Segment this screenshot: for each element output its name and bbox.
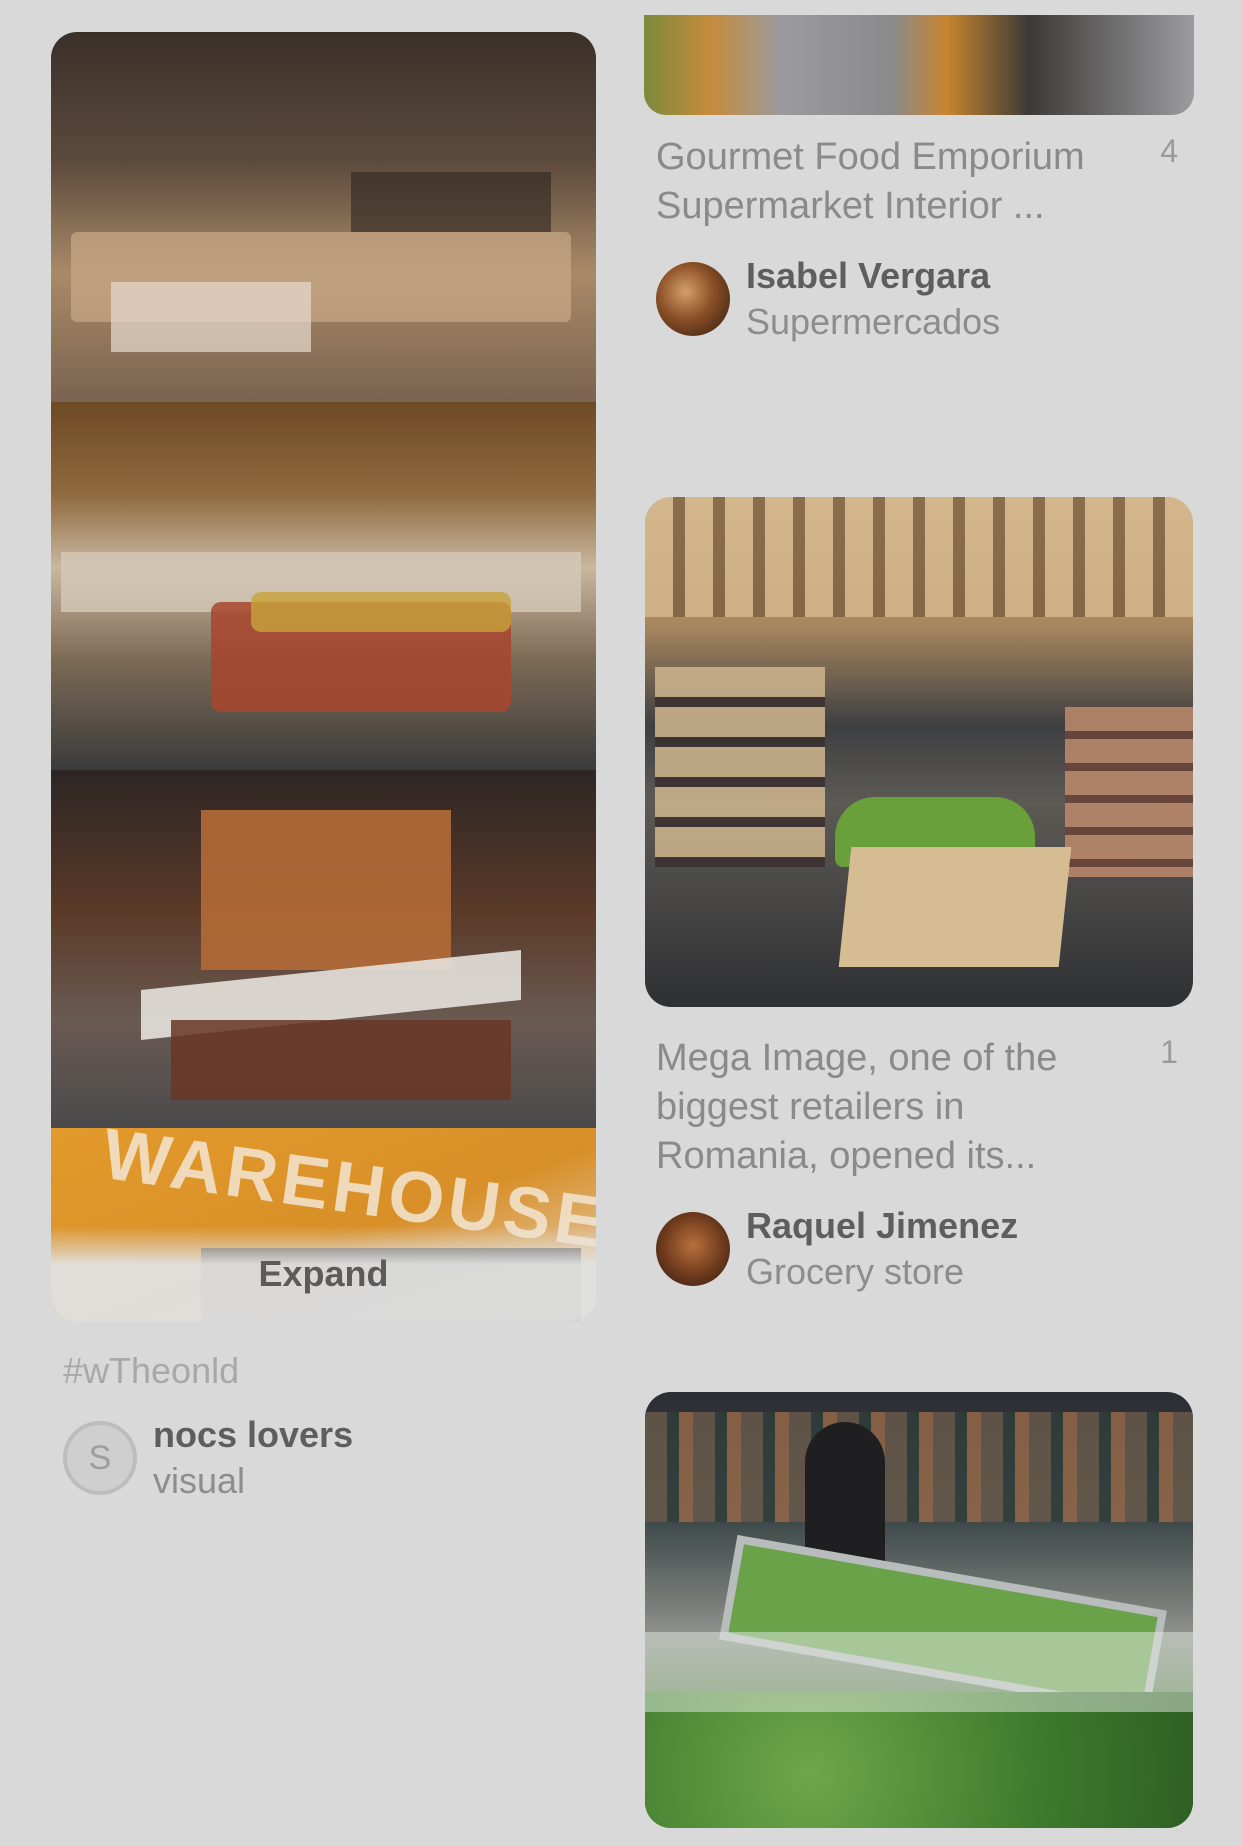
pin-title[interactable]: Mega Image, one of the biggest retailers…	[656, 1034, 1086, 1181]
expand-button[interactable]: Expand	[51, 1226, 596, 1322]
board-name: Grocery store	[746, 1251, 965, 1292]
left-column: WAREHOUSE Expand #wTheonld S nocs lovers…	[51, 32, 596, 1504]
author-name: Raquel Jimenez	[746, 1205, 1019, 1246]
pin-image-1[interactable]	[644, 15, 1194, 115]
pin-hashtag[interactable]: #wTheonld	[63, 1350, 596, 1392]
pin-info-1: Gourmet Food Emporium Supermarket Interi…	[644, 115, 1194, 345]
author-name: Isabel Vergara	[746, 255, 991, 296]
avatar	[656, 1212, 730, 1286]
pin-title[interactable]: Gourmet Food Emporium Supermarket Interi…	[656, 133, 1086, 231]
pin-count: 1	[1160, 1034, 1178, 1070]
pin-image-2[interactable]	[645, 497, 1193, 1007]
collage-pin-image[interactable]: WAREHOUSE Expand	[51, 32, 596, 1322]
avatar	[656, 262, 730, 336]
expand-label: Expand	[258, 1253, 389, 1294]
collage-photo-2	[51, 402, 596, 770]
right-column: Gourmet Food Emporium Supermarket Interi…	[644, 0, 1194, 1828]
author-name: nocs lovers	[153, 1414, 354, 1455]
pin-author[interactable]: Isabel Vergara Supermercados	[656, 253, 1182, 345]
avatar-initial: S	[88, 1438, 112, 1477]
pin-image-3[interactable]	[645, 1392, 1193, 1828]
pin-author[interactable]: S nocs lovers visual	[63, 1412, 596, 1504]
pin-info-2: Mega Image, one of the biggest retailers…	[644, 1016, 1194, 1295]
pin-count: 4	[1160, 133, 1178, 169]
collage-photo-3	[51, 770, 596, 1128]
avatar: S	[63, 1421, 137, 1495]
board-name: visual	[153, 1460, 246, 1501]
pin-author[interactable]: Raquel Jimenez Grocery store	[656, 1203, 1182, 1295]
board-name: Supermercados	[746, 301, 1001, 342]
collage-photo-1	[51, 32, 596, 402]
